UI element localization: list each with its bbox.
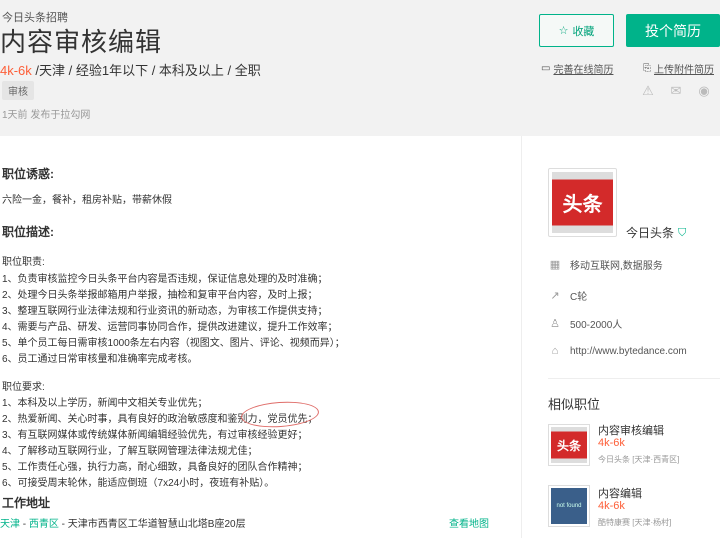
job-tag[interactable]: 审核 (2, 81, 34, 100)
publish-info: 1天前 发布于拉勾网 (2, 110, 91, 121)
person-icon: ♙ (550, 318, 560, 330)
company-field-text: 移动互联网,数据服务 (570, 261, 663, 272)
similar-job-title[interactable]: 内容编辑 (598, 485, 642, 501)
work-address: 天津 - 西青区 - 天津市西青区工华道智慧山北塔B座20层 (0, 515, 246, 530)
favorite-label: 收藏 (572, 25, 595, 38)
requirements-title: 职位要求: (2, 382, 45, 393)
similar-job-title[interactable]: 内容审核编辑 (598, 422, 664, 438)
requirement-line: 1、本科及以上学历，新闻中文相关专业优先； (2, 398, 208, 409)
handwritten-circle-annotation (240, 399, 320, 430)
address-district[interactable]: 西青区 (29, 519, 59, 530)
similar-job-logo-text: not found (551, 488, 587, 524)
star-icon: ☆ (558, 25, 569, 37)
upload-resume-link[interactable]: ⎘ 上传附件简历 (643, 61, 714, 76)
company-logo-text: 头条 (552, 172, 613, 233)
similar-job-company: 今日头条 [天津·西青区] (598, 455, 680, 464)
similar-job-logo[interactable]: not found (548, 485, 590, 527)
address-separator: - (20, 519, 29, 530)
duty-line: 5、单个员工每日需审核1000条左右内容（视图文、图片、评论、视频而异）； (2, 338, 345, 349)
requirement-line: 4、了解移动互联网行业，了解互联网管理法律法规尤佳； (2, 446, 258, 457)
requirement-line: 3、有互联网媒体或传统媒体新闻编辑经验优先，有过审核经验更好； (2, 430, 308, 441)
address-title: 工作地址 (2, 496, 51, 510)
duty-line: 1、负责审核监控今日头条平台内容是否违规，保证信息处理的及时准确； (2, 274, 328, 285)
company-website-link[interactable]: http://www.bytedance.com (570, 346, 687, 357)
salary: 4k-6k (0, 63, 32, 78)
online-resume-link[interactable]: ▭ 完善在线简历 (541, 61, 613, 76)
requirement-line: 6、可接受周末轮休，能适应倒班（7x24小时，夜班有补贴）。 (2, 478, 275, 489)
address-detail: - 天津市西青区工华道智慧山北塔B座20层 (58, 519, 246, 530)
company-logo[interactable]: 头条 (548, 168, 617, 237)
duties-title: 职位职责: (2, 257, 45, 268)
company-size-text: 500-2000人 (570, 320, 623, 331)
company-field: ▦ 移动互联网,数据服务 (548, 257, 663, 272)
company-size: ♙ 500-2000人 (548, 316, 622, 331)
report-icon[interactable]: ⚠ (640, 83, 656, 99)
online-resume-label: 完善在线简历 (553, 65, 614, 76)
growth-chart-icon: ↗ (550, 290, 560, 302)
duty-line: 3、整理互联网行业法律法规和行业资讯的新动态，为审核工作提供支持； (2, 306, 328, 317)
column-divider (521, 136, 522, 538)
company-stage: ↗ C轮 (548, 288, 587, 303)
similar-jobs-title: 相似职位 (548, 397, 601, 412)
job-meta-details: /天津 / 经验1年以下 / 本科及以上 / 全职 (31, 63, 261, 78)
view-map-link[interactable]: 查看地图 (449, 515, 489, 530)
company-name-label: 今日头条 (626, 226, 675, 240)
job-title: 内容审核编辑 (0, 27, 163, 57)
job-meta: 4k-6k /天津 / 经验1年以下 / 本科及以上 / 全职 (0, 60, 261, 79)
duty-line: 4、需要与产品、研发、运营同事协同合作，提供改进建议，提升工作效率； (2, 322, 338, 333)
similar-job-logo[interactable]: 头条 (548, 424, 590, 466)
similar-job-company: 酷特康赛 [天津·杨村] (598, 518, 672, 527)
company-name[interactable]: 今日头条 ⛉ (626, 224, 689, 241)
perks-text: 六险一金，餐补，租房补贴，带薪休假 (2, 195, 172, 206)
similar-job-salary: 4k-6k (598, 500, 625, 512)
similar-job-salary: 4k-6k (598, 437, 625, 449)
perks-title: 职位诱惑: (2, 167, 54, 181)
weibo-icon[interactable]: ◉ (696, 83, 712, 99)
duty-line: 2、处理今日头条举报邮箱用户举报，抽检和复审平台内容，及时上报； (2, 290, 318, 301)
attachment-icon: ⎘ (643, 63, 651, 74)
requirement-line: 5、工作责任心强，执行力高，耐心细致，具备良好的团队合作精神； (2, 462, 308, 473)
company-website: ⌂ http://www.bytedance.com (548, 345, 687, 357)
apply-button[interactable]: 投个简历 (626, 14, 720, 47)
resume-icon: ▭ (541, 63, 551, 74)
category-icon: ▦ (549, 259, 561, 271)
sidebar-divider (548, 378, 720, 379)
share-icons: ⚠ ✉ ◉ (640, 83, 712, 99)
favorite-button[interactable]: ☆ 收藏 (539, 14, 614, 47)
similar-job-logo-text: 头条 (551, 427, 587, 463)
upload-resume-label: 上传附件简历 (654, 65, 714, 76)
address-city[interactable]: 天津 (0, 519, 20, 530)
home-icon: ⌂ (551, 345, 559, 357)
description-title: 职位描述: (2, 225, 54, 239)
verified-shield-icon: ⛉ (678, 226, 687, 239)
duty-line: 6、员工通过日常审核量和准确率完成考核。 (2, 354, 198, 365)
job-header: 今日头条招聘 内容审核编辑 4k-6k /天津 / 经验1年以下 / 本科及以上… (0, 0, 720, 136)
company-stage-text: C轮 (570, 292, 588, 303)
wechat-icon[interactable]: ✉ (668, 83, 684, 99)
